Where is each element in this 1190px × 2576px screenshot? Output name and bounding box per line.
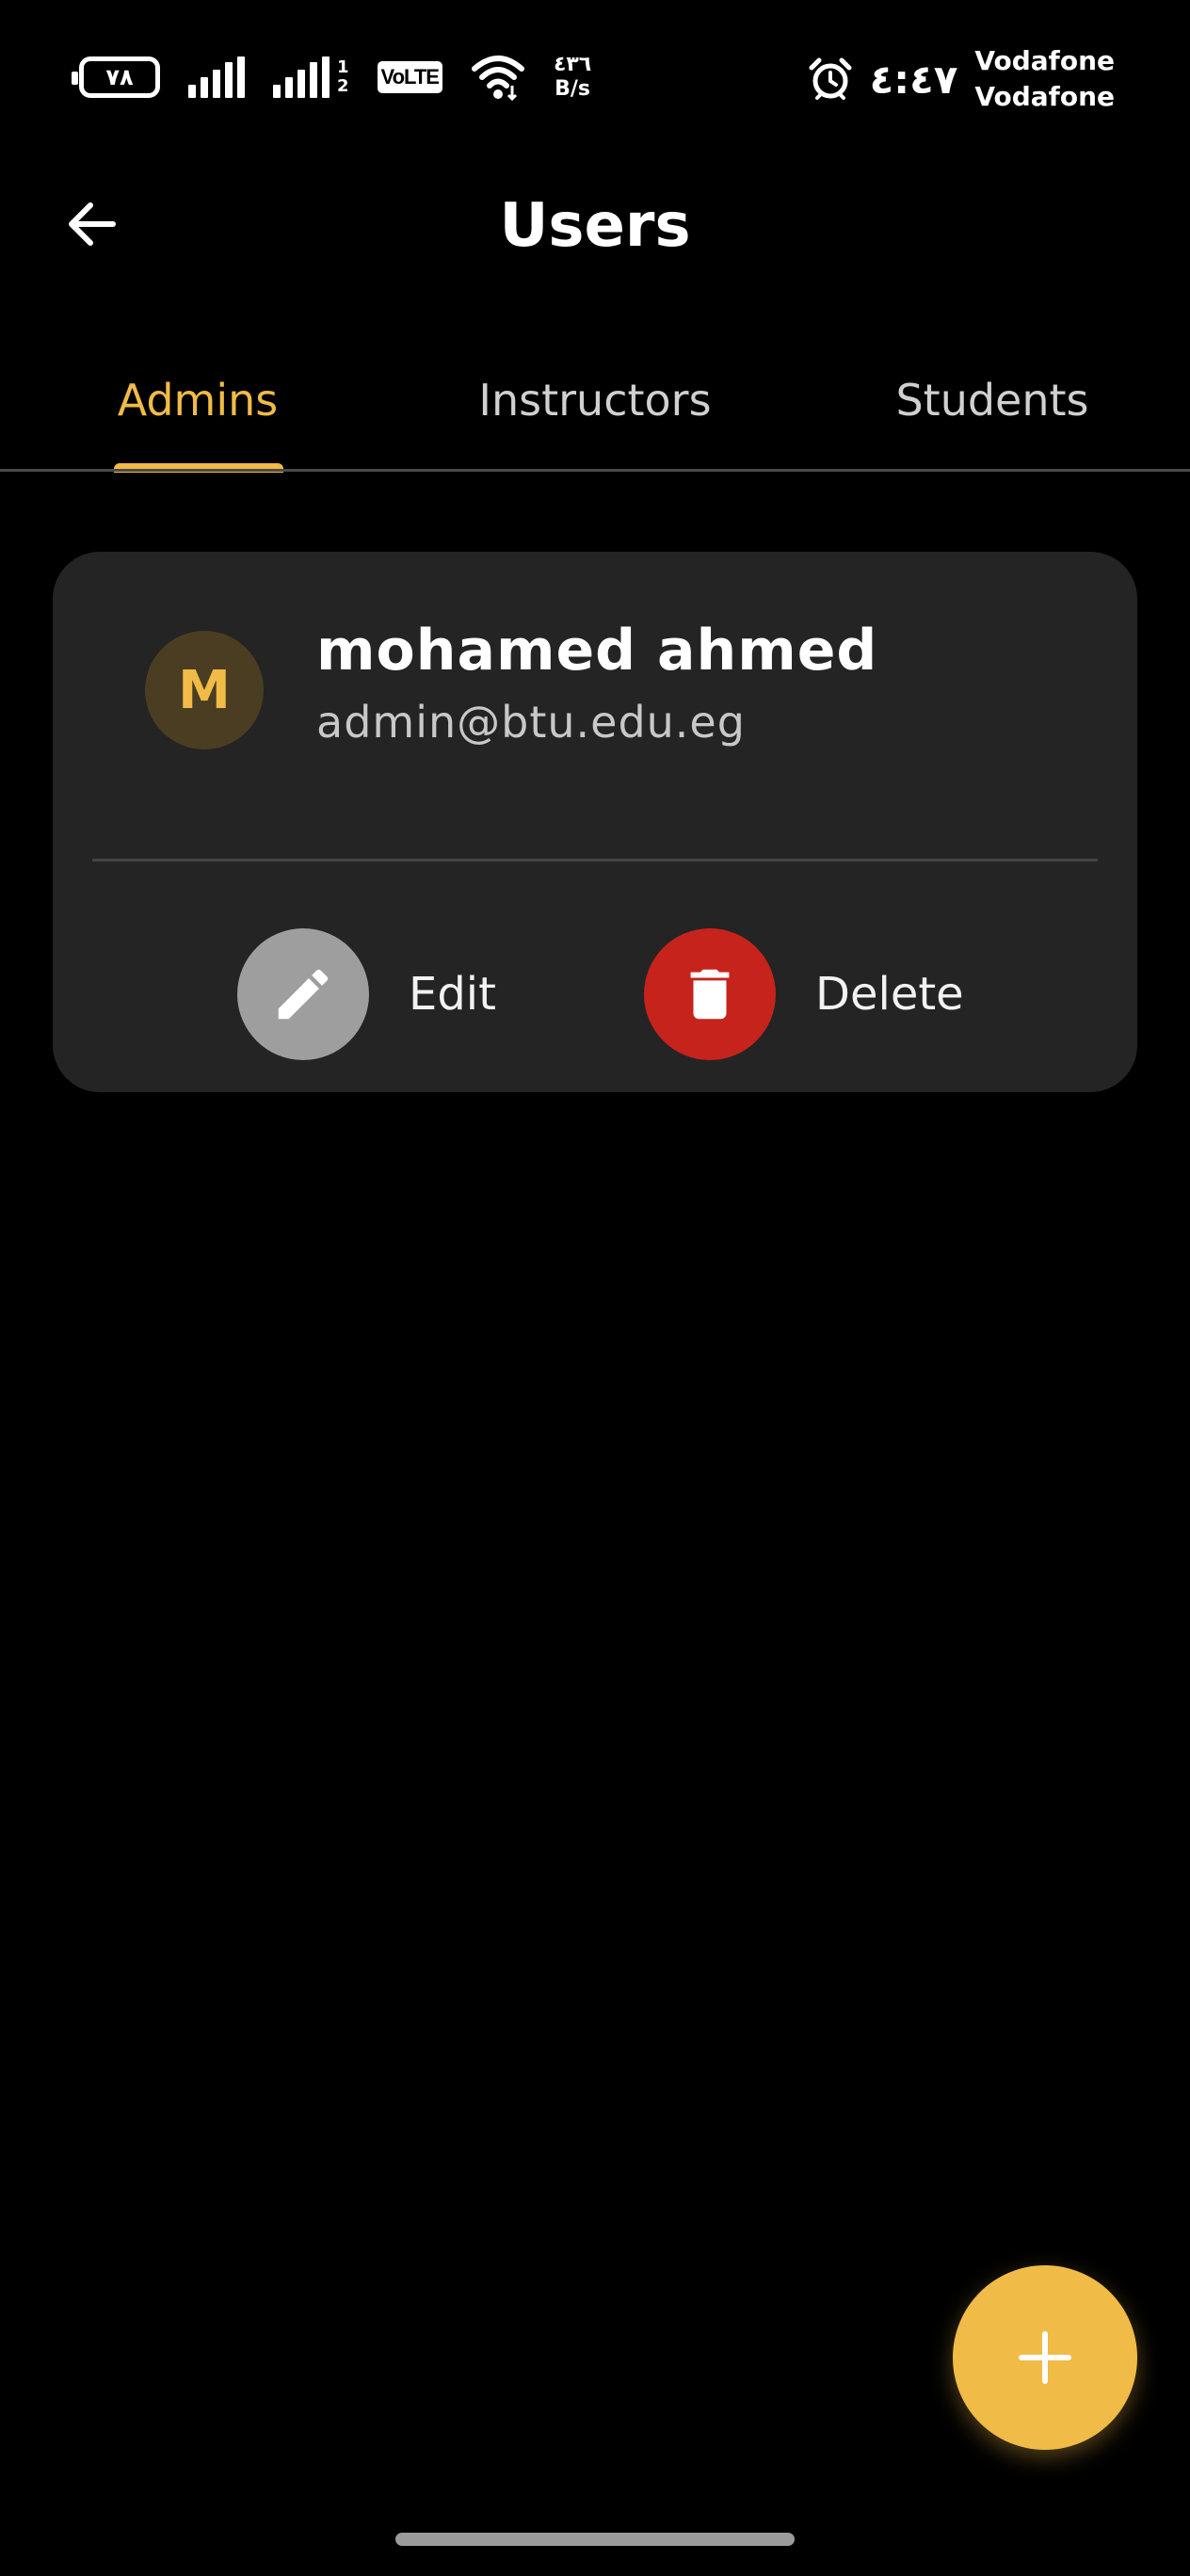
- edit-button[interactable]: Edit: [237, 928, 496, 1060]
- battery-icon: ٧٨: [72, 56, 160, 98]
- delete-label: Delete: [815, 968, 964, 1021]
- delete-icon-circle[interactable]: [644, 928, 776, 1060]
- tabs-divider: [0, 469, 1190, 472]
- users-screen: ٧٨ 1 2 VoLTE ٤٣٦ B/s ٤:٤٧ Vodafone Vodaf…: [0, 0, 1190, 2576]
- page-title: Users: [499, 191, 691, 261]
- tab-admins[interactable]: Admins: [0, 330, 395, 471]
- status-bar: ٧٨ 1 2 VoLTE ٤٣٦ B/s ٤:٤٧ Vodafone Vodaf…: [0, 0, 1190, 151]
- tab-students[interactable]: Students: [795, 330, 1190, 471]
- wifi-icon: [471, 56, 524, 101]
- tab-bar: Admins Instructors Students: [0, 330, 1190, 473]
- network-speed: ٤٣٦ B/s: [553, 53, 592, 101]
- user-name: mohamed ahmed: [316, 618, 878, 684]
- back-button[interactable]: [47, 179, 137, 269]
- battery-level: ٧٨: [105, 64, 134, 90]
- delete-button[interactable]: Delete: [644, 928, 964, 1060]
- status-bar-right: ٤:٤٧ Vodafone Vodafone: [808, 41, 1115, 117]
- trash-icon: [690, 969, 730, 1020]
- signal-1-icon: [188, 56, 245, 98]
- alarm-icon: [809, 57, 852, 100]
- user-email: admin@btu.edu.eg: [316, 697, 746, 748]
- arrow-left-icon: [69, 202, 116, 246]
- user-card: M mohamed ahmed admin@btu.edu.eg Edit De…: [53, 552, 1137, 1092]
- sim-index: 1 2: [337, 57, 349, 96]
- tab-instructors[interactable]: Instructors: [395, 330, 795, 471]
- edit-icon-circle[interactable]: [237, 928, 369, 1060]
- pencil-icon: [278, 969, 329, 1020]
- carrier-names: Vodafone Vodafone: [974, 45, 1115, 112]
- add-user-button[interactable]: [953, 2265, 1137, 2450]
- card-divider: [92, 859, 1098, 861]
- app-bar: Users: [0, 151, 1190, 292]
- signal-2-icon: [273, 56, 330, 98]
- status-bar-left: ٧٨ 1 2 VoLTE ٤٣٦ B/s: [72, 49, 592, 105]
- avatar: M: [145, 631, 264, 749]
- edit-label: Edit: [409, 968, 496, 1021]
- plus-icon: [1019, 2331, 1071, 2384]
- home-indicator[interactable]: [395, 2533, 795, 2546]
- clock: ٤:٤٧: [869, 56, 958, 103]
- volte-badge: VoLTE: [377, 61, 442, 93]
